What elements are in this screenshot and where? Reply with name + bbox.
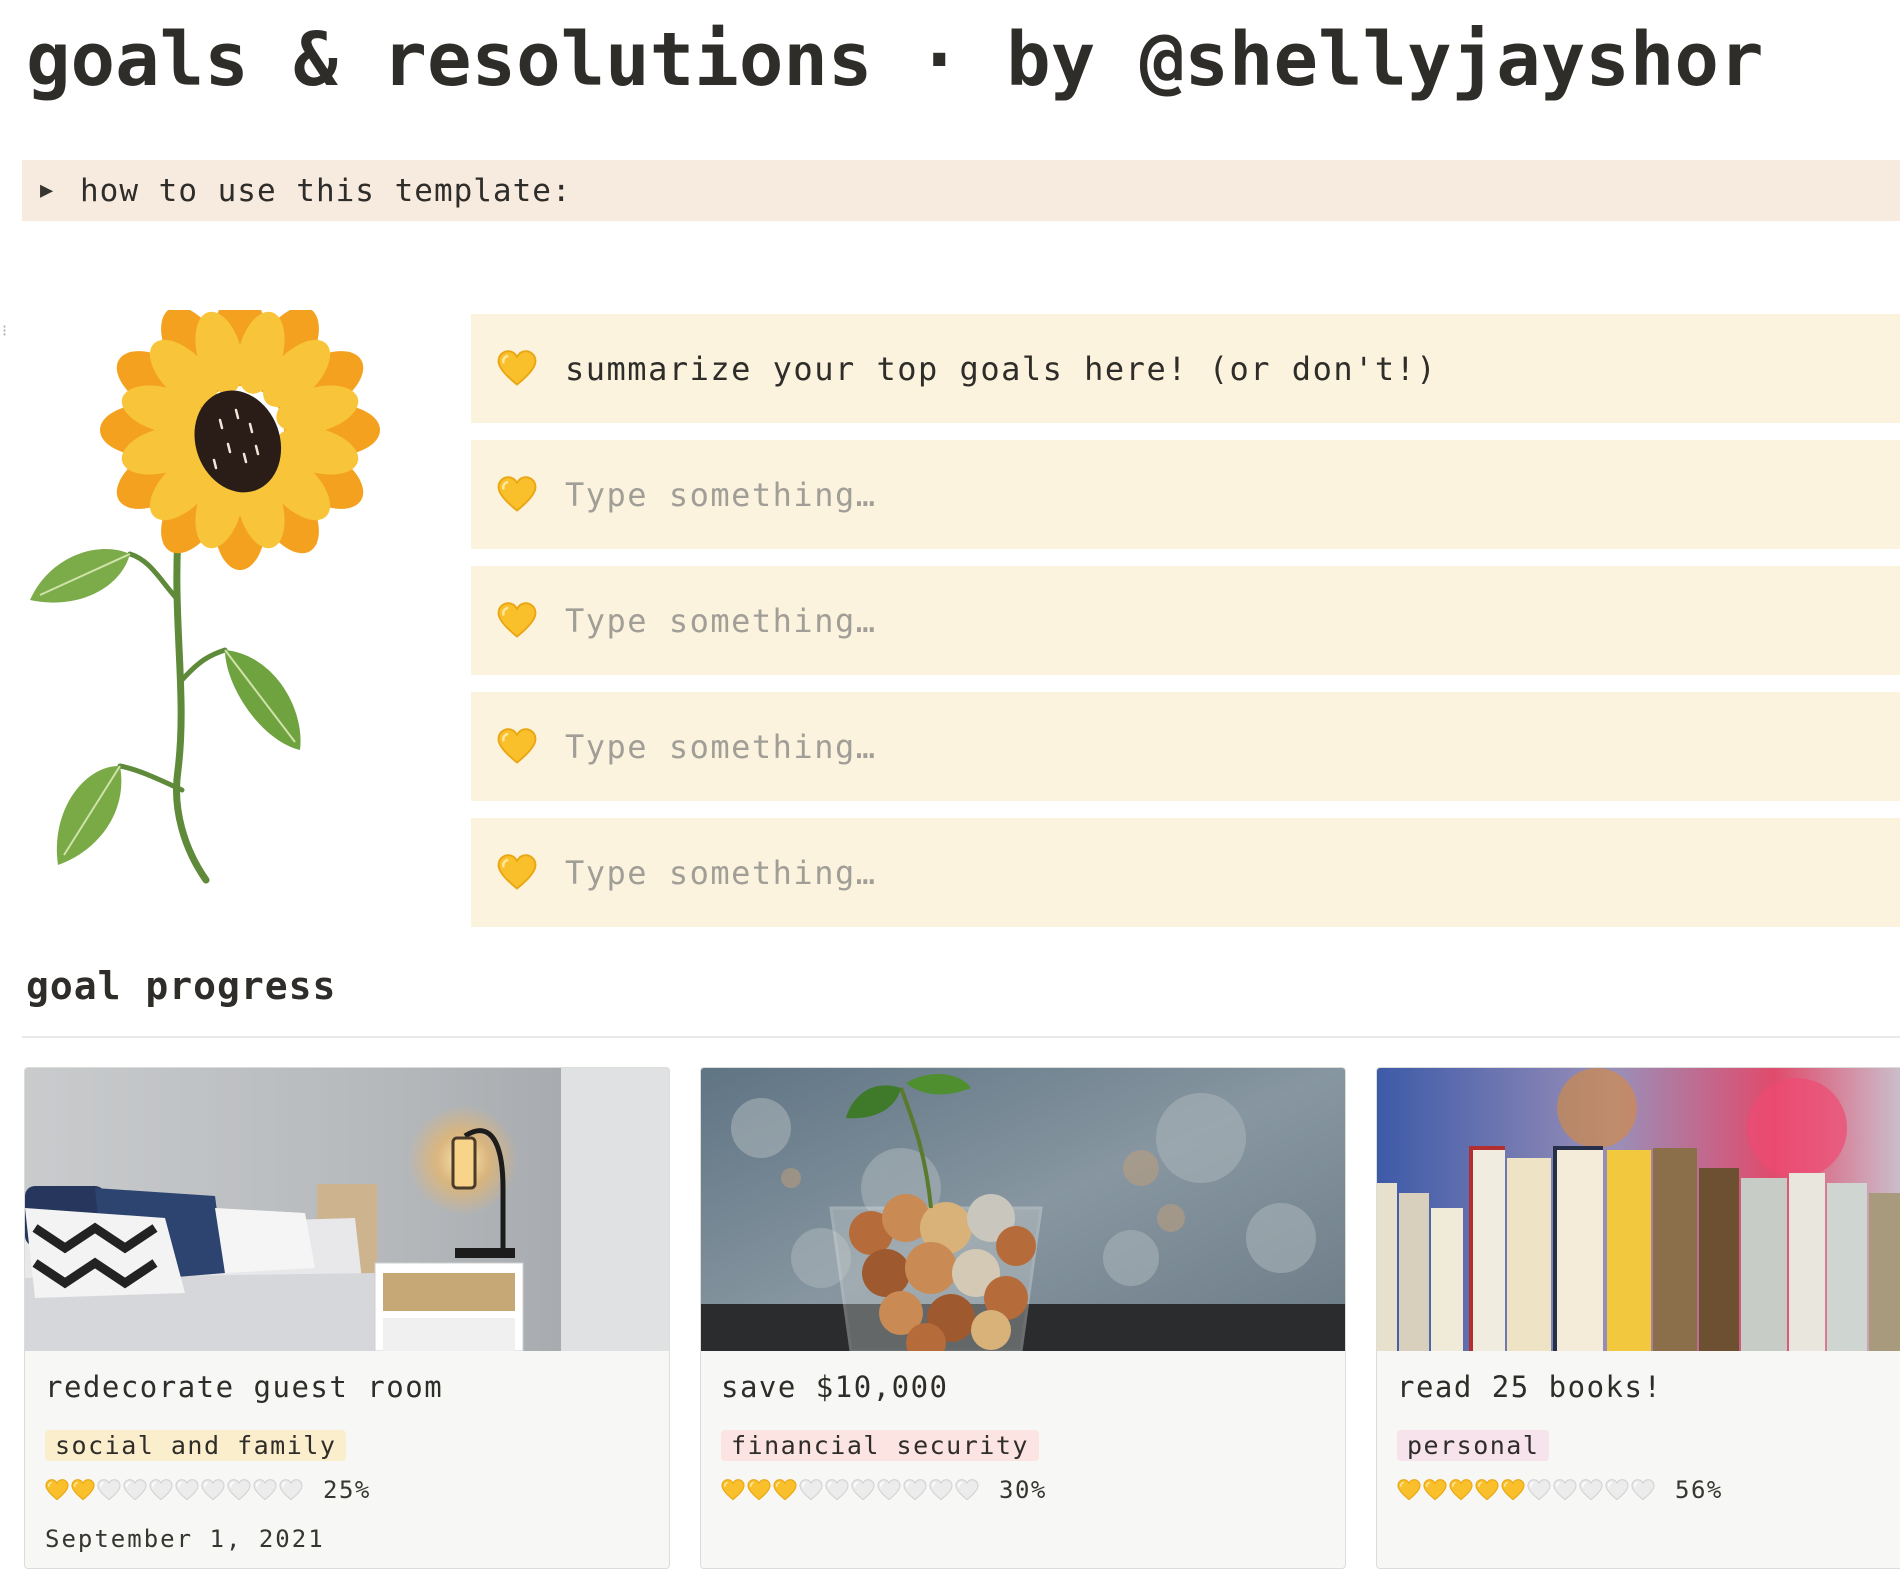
callout-placeholder[interactable]: Type something… xyxy=(565,728,876,766)
books-photo xyxy=(1377,1068,1900,1351)
heart-empty-icon xyxy=(97,1479,121,1501)
heart-empty-icon xyxy=(1579,1479,1603,1501)
callout-empty[interactable]: Type something… xyxy=(471,818,1900,927)
yellow-heart-icon[interactable] xyxy=(497,853,541,893)
heart-empty-icon xyxy=(279,1479,303,1501)
divider xyxy=(22,1036,1900,1038)
callout-placeholder[interactable]: Type something… xyxy=(565,602,876,640)
yellow-heart-icon[interactable] xyxy=(497,475,541,515)
heart-empty-icon xyxy=(877,1479,901,1501)
heart-filled-icon xyxy=(773,1479,797,1501)
heart-filled-icon xyxy=(1449,1479,1473,1501)
gallery-card[interactable]: redecorate guest room social and family … xyxy=(24,1067,670,1569)
sunflower-illustration xyxy=(30,310,380,884)
card-title[interactable]: redecorate guest room xyxy=(45,1370,443,1404)
heart-empty-icon xyxy=(1631,1479,1655,1501)
progress-percent: 30% xyxy=(999,1476,1047,1504)
yellow-heart-icon[interactable] xyxy=(497,349,541,389)
bedroom-photo xyxy=(25,1068,669,1351)
heart-empty-icon xyxy=(1605,1479,1629,1501)
due-date: September 1, 2021 xyxy=(45,1525,325,1553)
heart-filled-icon xyxy=(1423,1479,1447,1501)
gallery-card[interactable]: read 25 books! personal 56% xyxy=(1376,1067,1900,1569)
heart-empty-icon xyxy=(227,1479,251,1501)
progress-percent: 56% xyxy=(1675,1476,1723,1504)
callout-placeholder[interactable]: Type something… xyxy=(565,854,876,892)
category-tag: financial security xyxy=(721,1430,1039,1461)
coins-jar-photo xyxy=(701,1068,1345,1351)
heart-empty-icon xyxy=(149,1479,173,1501)
callout-empty[interactable]: Type something… xyxy=(471,692,1900,801)
heart-empty-icon xyxy=(201,1479,225,1501)
callout-summary[interactable]: summarize your top goals here! (or don't… xyxy=(471,314,1900,423)
heart-filled-icon xyxy=(1475,1479,1499,1501)
category-tag: personal xyxy=(1397,1430,1550,1461)
yellow-heart-icon[interactable] xyxy=(497,601,541,641)
progress-rating: 25% xyxy=(45,1476,371,1504)
progress-hearts xyxy=(45,1479,303,1501)
heart-empty-icon xyxy=(1553,1479,1577,1501)
heart-empty-icon xyxy=(851,1479,875,1501)
drag-handle-icon[interactable]: ⁝ xyxy=(2,323,10,356)
heart-filled-icon xyxy=(721,1479,745,1501)
gallery-card[interactable]: save $10,000 financial security 30% xyxy=(700,1067,1346,1569)
heart-empty-icon xyxy=(799,1479,823,1501)
heart-filled-icon xyxy=(1501,1479,1525,1501)
heart-empty-icon xyxy=(929,1479,953,1501)
callout-empty[interactable]: Type something… xyxy=(471,440,1900,549)
callout-placeholder[interactable]: Type something… xyxy=(565,476,876,514)
yellow-heart-icon[interactable] xyxy=(497,727,541,767)
heart-empty-icon xyxy=(955,1479,979,1501)
card-title[interactable]: read 25 books! xyxy=(1397,1370,1662,1404)
heart-empty-icon xyxy=(1527,1479,1551,1501)
progress-percent: 25% xyxy=(323,1476,371,1504)
card-title[interactable]: save $10,000 xyxy=(721,1370,949,1404)
heart-empty-icon xyxy=(903,1479,927,1501)
progress-rating: 56% xyxy=(1397,1476,1723,1504)
category-tag: social and family xyxy=(45,1430,347,1461)
heart-empty-icon xyxy=(123,1479,147,1501)
toggle-label: how to use this template: xyxy=(80,172,572,209)
toggle-how-to-use[interactable]: ▶ how to use this template: xyxy=(22,160,1900,221)
heart-filled-icon xyxy=(747,1479,771,1501)
heart-filled-icon xyxy=(1397,1479,1421,1501)
page-title[interactable]: goals & resolutions · by @shellyjayshor xyxy=(26,14,1764,106)
heart-empty-icon xyxy=(175,1479,199,1501)
heart-empty-icon xyxy=(253,1479,277,1501)
heart-filled-icon xyxy=(71,1479,95,1501)
section-heading[interactable]: goal progress xyxy=(26,964,336,1008)
heart-filled-icon xyxy=(45,1479,69,1501)
progress-hearts xyxy=(1397,1479,1655,1501)
heart-empty-icon xyxy=(825,1479,849,1501)
callout-empty[interactable]: Type something… xyxy=(471,566,1900,675)
progress-hearts xyxy=(721,1479,979,1501)
callout-text[interactable]: summarize your top goals here! (or don't… xyxy=(565,350,1437,388)
progress-rating: 30% xyxy=(721,1476,1047,1504)
toggle-triangle-icon[interactable]: ▶ xyxy=(40,178,62,203)
